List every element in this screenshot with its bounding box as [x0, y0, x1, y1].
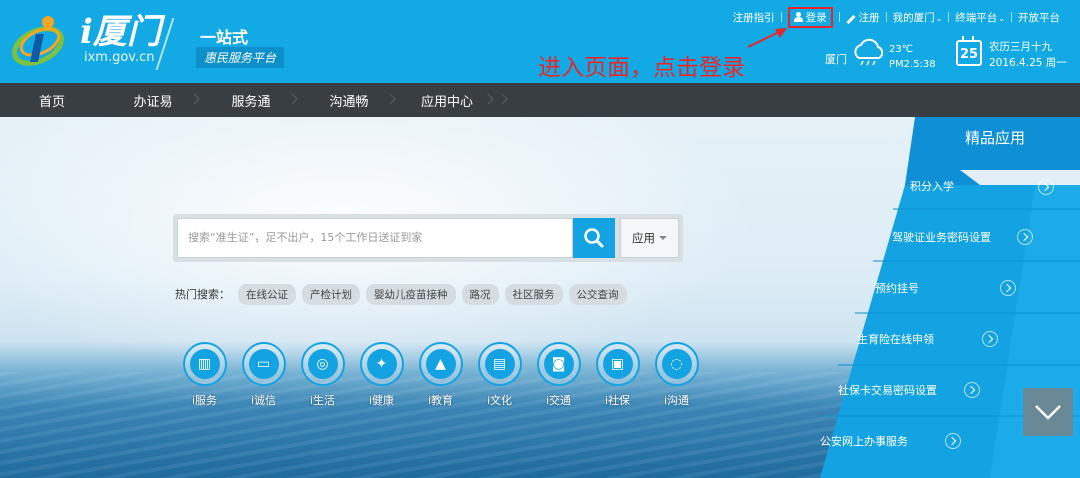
pm25: PM2.5:38	[889, 59, 936, 70]
app-item[interactable]: 公安网上办事服务	[820, 433, 908, 451]
category-life[interactable]: ◎ i生活	[293, 342, 352, 408]
app-item[interactable]: 社保卡交易密码设置	[838, 382, 937, 400]
terminal-label: 终端平台	[955, 11, 998, 24]
pencil-icon	[845, 14, 856, 24]
category-list: ▥ i服务 ▭ i诚信 ◎ i生活 ✦ i健康 ▲ i教育 ▤ i文化 ◙ i交…	[175, 342, 706, 408]
calendar-icon: 25	[956, 36, 982, 66]
search-type-label: 应用	[632, 231, 655, 245]
category-label: i文化	[486, 394, 513, 407]
chevron-right-icon[interactable]	[964, 382, 980, 398]
camera-icon: ◎	[300, 342, 345, 386]
app-item[interactable]: 预约挂号	[875, 280, 919, 298]
lunar-date: 农历三月十九	[989, 41, 1052, 53]
chevron-right-icon[interactable]	[1038, 179, 1054, 195]
chevron-down-icon	[1035, 405, 1061, 420]
login-label: 登录	[805, 11, 827, 24]
search-bar: 搜索“准生证”，足不出户，15个工作日送证到家 应用	[173, 214, 683, 262]
cloud-icon	[854, 38, 884, 66]
graduation-cap-icon: ▲	[418, 342, 463, 386]
books-icon: ▥	[182, 342, 227, 386]
app-item[interactable]: 积分入学	[910, 178, 954, 196]
nav-divider	[496, 83, 510, 117]
chevron-right-icon[interactable]	[945, 433, 961, 449]
fitness-icon: ✦	[359, 342, 404, 386]
terminal-menu[interactable]: 终端平台⌄	[949, 10, 1011, 25]
nav-banzhengyi[interactable]: 办证易	[104, 83, 202, 117]
chevron-down-icon: ⌄	[998, 13, 1005, 23]
person-icon	[793, 12, 803, 22]
brand-domain: ixm.gov.cn	[84, 50, 155, 65]
nav-goutongchang[interactable]: 沟通畅	[300, 83, 398, 117]
category-credit[interactable]: ▭ i诚信	[234, 342, 293, 408]
solar-date: 2016.4.25 周一	[989, 57, 1067, 69]
date-info: 农历三月十九 2016.4.25 周一	[989, 39, 1067, 71]
car-icon: ◙	[536, 342, 581, 386]
annotation-text: 进入页面，点击登录	[538, 55, 745, 81]
search-type-select[interactable]: 应用	[620, 218, 679, 258]
nav-fuwutong[interactable]: 服务通	[202, 83, 300, 117]
register-label: 注册	[858, 11, 880, 24]
hot-search-label: 热门搜索：	[175, 288, 230, 301]
temperature: 23℃	[889, 44, 913, 55]
category-social-security[interactable]: ▣ i社保	[588, 342, 647, 408]
app-item[interactable]: 生育险在线申领	[857, 331, 934, 349]
hot-tag[interactable]: 婴幼儿疫苗接种	[366, 283, 456, 305]
calendar-day: 25	[959, 47, 979, 62]
hot-tag[interactable]: 产检计划	[302, 283, 360, 305]
my-xiamen-label: 我的厦门	[892, 11, 935, 24]
category-label: i社保	[604, 394, 631, 407]
register-guide-link[interactable]: 注册指引	[727, 10, 781, 25]
brand-name[interactable]: i厦门	[80, 14, 161, 50]
category-label: i诚信	[250, 394, 277, 407]
category-service[interactable]: ▥ i服务	[175, 342, 234, 408]
chevron-right-icon[interactable]	[982, 331, 998, 347]
hot-tag[interactable]: 路况	[461, 283, 499, 305]
chevron-right-icon[interactable]	[1017, 229, 1033, 245]
slogan-sub: 惠民服务平台	[196, 47, 285, 68]
my-xiamen-menu[interactable]: 我的厦门⌄	[887, 10, 949, 25]
scroll-down-button[interactable]	[1023, 388, 1073, 436]
login-button[interactable]: 登录	[787, 6, 833, 28]
slogan-main: 一站式	[200, 28, 249, 47]
nav-app-center[interactable]: 应用中心	[398, 83, 496, 117]
logo-icon[interactable]	[10, 12, 72, 70]
main-nav: 首页 办证易 服务通 沟通畅 应用中心	[0, 83, 1080, 117]
register-link[interactable]: 注册	[840, 10, 886, 25]
hot-tag[interactable]: 社区服务	[504, 283, 563, 305]
card-icon: ▭	[241, 342, 286, 386]
category-communication[interactable]: ◌ i沟通	[647, 342, 706, 408]
insurance-icon: ▣	[595, 342, 640, 386]
hot-tag[interactable]: 在线公证	[238, 283, 296, 305]
search-button[interactable]	[573, 218, 615, 258]
apps-panel-title: 精品应用	[964, 129, 1025, 147]
hot-search: 热门搜索： 在线公证 产检计划 婴幼儿疫苗接种 路况 社区服务 公交查询	[175, 283, 633, 305]
weather-info: 23℃ PM2.5:38	[889, 42, 936, 72]
category-label: i沟通	[663, 394, 690, 407]
app-item[interactable]: 驾驶证业务密码设置	[892, 229, 991, 247]
search-input[interactable]: 搜索“准生证”，足不出户，15个工作日送证到家	[177, 218, 573, 258]
category-label: i交通	[545, 394, 572, 407]
top-nav: 注册指引 登录 注册 我的厦门⌄ 终端平台⌄ 开放平台	[727, 6, 1066, 28]
open-platform-link[interactable]: 开放平台	[1012, 10, 1066, 25]
category-traffic[interactable]: ◙ i交通	[529, 342, 588, 408]
category-label: i服务	[191, 394, 218, 407]
chevron-down-icon: ⌄	[935, 13, 943, 23]
header: i厦门 ixm.gov.cn 一站式 惠民服务平台 注册指引 登录 注册 我的厦…	[0, 0, 1080, 83]
category-health[interactable]: ✦ i健康	[352, 342, 411, 408]
category-label: i生活	[309, 394, 336, 407]
category-education[interactable]: ▲ i教育	[411, 342, 470, 408]
nav-home[interactable]: 首页	[0, 83, 104, 117]
hot-tag[interactable]: 公交查询	[568, 283, 627, 305]
category-culture[interactable]: ▤ i文化	[470, 342, 529, 408]
category-label: i健康	[368, 394, 395, 407]
search-icon	[584, 228, 604, 248]
chat-icon: ◌	[654, 342, 699, 386]
login-item: 登录	[782, 6, 839, 28]
weather-city: 厦门	[825, 53, 847, 66]
book-icon: ▤	[477, 342, 522, 386]
chevron-right-icon[interactable]	[1000, 280, 1016, 296]
chevron-down-icon	[659, 236, 667, 240]
annotation-arrow-icon	[747, 28, 787, 48]
category-label: i教育	[427, 394, 454, 407]
